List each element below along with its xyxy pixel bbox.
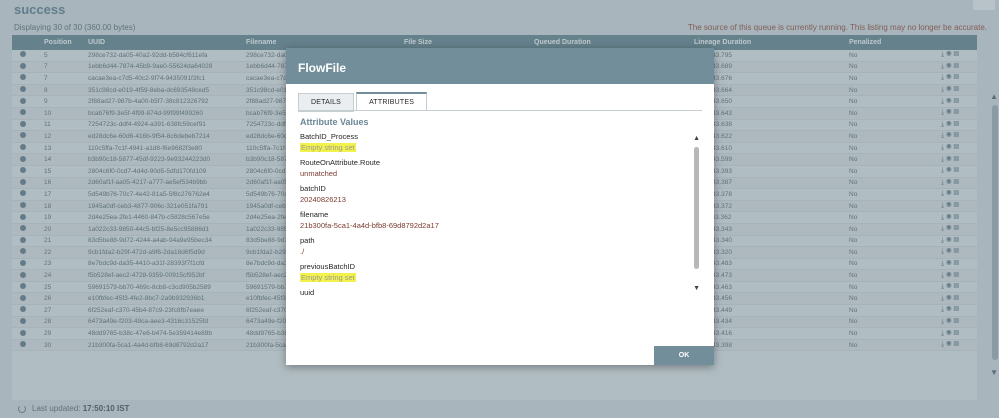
- attribute-name: previousBatchID: [300, 262, 356, 271]
- attribute-name: path: [300, 236, 315, 245]
- attribute-value: 21b300fa-5ca1-4a4d-bfb8-69d8792d2a17: [300, 221, 439, 230]
- attribute-value: unmatched: [300, 169, 338, 178]
- attribute-value: ./: [300, 247, 305, 256]
- attribute-list: BatchID_Process Empty string set RouteOnAt…: [300, 132, 696, 297]
- attribute-value: 20240826213: [300, 195, 346, 204]
- dialog-title: FlowFile: [298, 61, 346, 75]
- dialog-tabs: DETAILS ATTRIBUTES: [298, 92, 428, 112]
- attribute-name: RouteOnAttribute.Route: [300, 158, 381, 167]
- attribute-scrollbar[interactable]: [694, 147, 699, 269]
- attribute-item: BatchID_Process Empty string set: [300, 132, 696, 158]
- attribute-name: uuid: [300, 288, 315, 297]
- attribute-item: batchID 20240826213: [300, 184, 696, 210]
- attribute-name: filename: [300, 210, 329, 219]
- attribute-item: RouteOnAttribute.Route unmatched: [300, 158, 696, 184]
- attribute-name: batchID: [300, 184, 326, 193]
- attribute-item: path ./: [300, 236, 696, 262]
- empty-value-highlight: Empty string set: [300, 143, 356, 152]
- attribute-values-heading: Attribute Values: [300, 117, 369, 127]
- ok-button[interactable]: OK: [654, 346, 714, 365]
- attribute-item: filename 21b300fa-5ca1-4a4d-bfb8-69d8792d…: [300, 210, 696, 236]
- tab-attributes[interactable]: ATTRIBUTES: [356, 92, 428, 111]
- attribute-item: uuid21b300fa-5ca1-4a4d-bfb8-69d8792d2a17: [300, 288, 696, 297]
- attribute-item: previousBatchID Empty string set: [300, 262, 696, 288]
- flowfile-dialog: FlowFile DETAILS ATTRIBUTES Attribute Va…: [286, 48, 714, 365]
- empty-value-highlight: Empty string set: [300, 273, 356, 282]
- attribute-name: BatchID_Process: [300, 132, 358, 141]
- attribute-value: Empty string set: [300, 142, 696, 153]
- tab-divider: [298, 110, 702, 111]
- attribute-value: Empty string set: [300, 272, 696, 283]
- attribute-scroll-down-icon[interactable]: ▼: [693, 285, 700, 292]
- attribute-scroll-up-icon[interactable]: ▲: [693, 135, 700, 142]
- dialog-header: FlowFile: [286, 48, 714, 84]
